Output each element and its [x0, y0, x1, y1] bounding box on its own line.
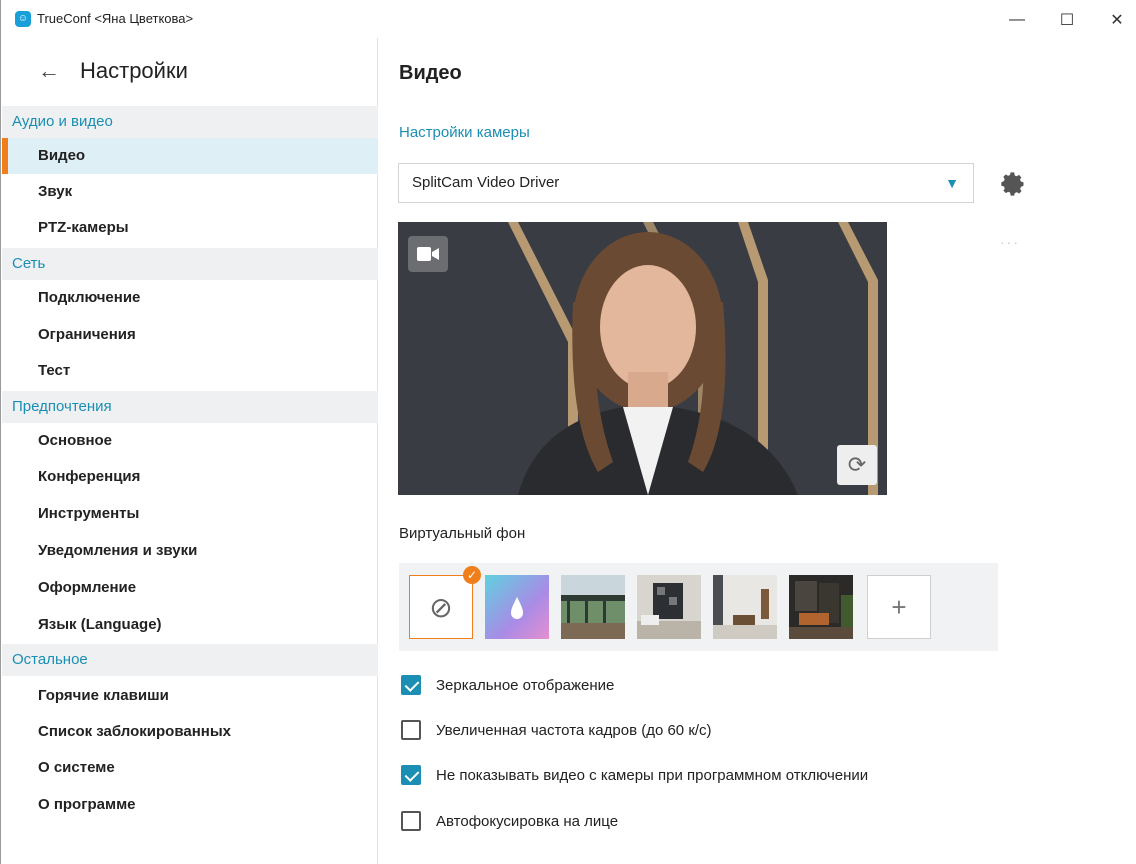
background-room-1-option[interactable] — [561, 575, 625, 639]
sidebar-item-appearance[interactable]: Оформление — [2, 570, 378, 606]
sidebar-item-general[interactable]: Основное — [2, 423, 378, 459]
sidebar-item-about[interactable]: О программе — [2, 787, 378, 823]
sidebar-item-sound[interactable]: Звук — [2, 174, 378, 210]
camera-settings-heading: Настройки камеры — [399, 124, 530, 141]
section-network: Сеть — [2, 248, 378, 280]
close-button[interactable]: ✕ — [1097, 6, 1136, 34]
title-bar: ☺ TrueConf <Яна Цветкова> — ☐ ✕ — [1, 0, 1136, 38]
camera-select-value: SplitCam Video Driver — [412, 174, 560, 191]
framerate-label: Увеличенная частота кадров (до 60 к/с) — [436, 721, 712, 739]
maximize-button[interactable]: ☐ — [1047, 6, 1087, 34]
sidebar-item-language[interactable]: Язык (Language) — [2, 607, 378, 643]
sidebar-item-ptz-cameras[interactable]: PTZ-камеры — [2, 210, 378, 246]
background-room-4-option[interactable] — [789, 575, 853, 639]
minimize-button[interactable]: — — [997, 6, 1037, 34]
hide-video-checkbox[interactable] — [401, 765, 421, 785]
sidebar-item-test[interactable]: Тест — [2, 353, 378, 389]
sidebar-item-tools[interactable]: Инструменты — [2, 496, 378, 532]
no-background-icon: ⊘ — [429, 591, 453, 623]
settings-sidebar: ← Настройки Аудио и видео Видео Звук PTZ… — [2, 38, 378, 864]
video-settings-panel: Видео Настройки камеры SplitCam Video Dr… — [379, 38, 1136, 864]
sidebar-item-video[interactable]: Видео — [2, 138, 378, 174]
camera-select[interactable]: SplitCam Video Driver ▼ — [398, 163, 974, 203]
framerate-checkbox[interactable] — [401, 720, 421, 740]
sidebar-item-conference[interactable]: Конференция — [2, 459, 378, 495]
section-audio-video: Аудио и видео — [2, 106, 378, 138]
settings-window: ☺ TrueConf <Яна Цветкова> — ☐ ✕ ← Настро… — [0, 0, 1136, 864]
sidebar-item-hotkeys[interactable]: Горячие клавиши — [2, 678, 378, 714]
video-camera-icon[interactable] — [408, 236, 448, 272]
hide-video-label: Не показывать видео с камеры при програм… — [436, 766, 869, 784]
back-arrow-icon[interactable]: ← — [38, 58, 68, 84]
gear-icon[interactable] — [999, 170, 1027, 198]
sidebar-header: ← Настройки — [38, 58, 188, 84]
sidebar-item-notifications[interactable]: Уведомления и звуки — [2, 533, 378, 569]
section-preferences: Предпочтения — [2, 391, 378, 423]
face-autofocus-checkbox-row[interactable]: Автофокусировка на лице — [401, 810, 618, 832]
mirror-label: Зеркальное отображение — [436, 676, 615, 694]
sidebar-item-limits[interactable]: Ограничения — [2, 317, 378, 353]
camera-preview-image — [398, 222, 887, 495]
virtual-background-label: Виртуальный фон — [399, 525, 526, 542]
background-room-2-option[interactable] — [637, 575, 701, 639]
background-none-option[interactable]: ⊘ — [409, 575, 473, 639]
hide-video-checkbox-row[interactable]: Не показывать видео с камеры при програм… — [401, 764, 868, 786]
trueconf-logo-icon: ☺ — [15, 11, 31, 27]
mirror-checkbox[interactable] — [401, 675, 421, 695]
page-title: Видео — [399, 62, 462, 84]
camera-preview: ⟳ — [398, 222, 887, 495]
more-options-icon[interactable]: ··· — [1000, 234, 1020, 250]
rotate-icon[interactable]: ⟳ — [837, 445, 877, 485]
framerate-checkbox-row[interactable]: Увеличенная частота кадров (до 60 к/с) — [401, 719, 712, 741]
face-autofocus-label: Автофокусировка на лице — [436, 812, 619, 830]
sidebar-item-system[interactable]: О системе — [2, 750, 378, 786]
mirror-checkbox-row[interactable]: Зеркальное отображение — [401, 674, 614, 696]
sidebar-item-blocked-list[interactable]: Список заблокированных — [2, 714, 378, 750]
blur-drop-icon — [511, 597, 523, 619]
add-background-button[interactable]: + — [867, 575, 931, 639]
selected-check-icon: ✓ — [463, 566, 481, 584]
background-blur-option[interactable] — [485, 575, 549, 639]
chevron-down-icon: ▼ — [945, 175, 959, 191]
section-other: Остальное — [2, 644, 378, 676]
face-autofocus-checkbox[interactable] — [401, 811, 421, 831]
sidebar-title: Настройки — [80, 58, 188, 83]
window-title: TrueConf <Яна Цветкова> — [37, 11, 194, 26]
background-room-3-option[interactable] — [713, 575, 777, 639]
sidebar-item-connection[interactable]: Подключение — [2, 280, 378, 316]
virtual-background-picker: ⊘ ✓ + — [399, 563, 998, 651]
